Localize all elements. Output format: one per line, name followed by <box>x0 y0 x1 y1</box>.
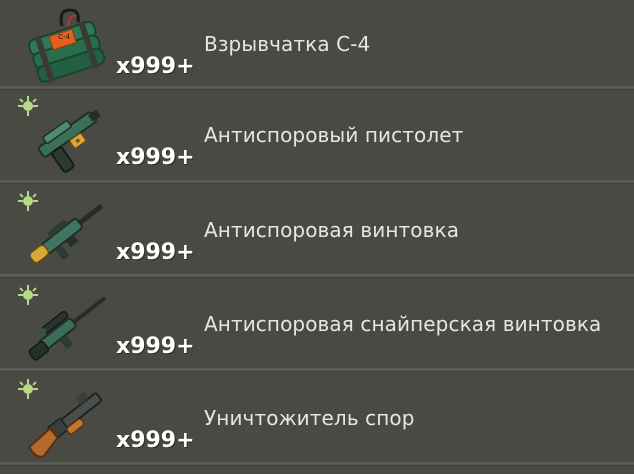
inventory-item-anti-spore-sniper-rifle[interactable]: x999+ Антиспоровая снайперская винтовка <box>0 280 634 372</box>
inventory-item-anti-spore-rifle[interactable]: x999+ Антиспоровая винтовка <box>0 186 634 278</box>
anti-spore-pistol-icon <box>18 95 114 181</box>
row-divider <box>0 180 634 184</box>
item-name: Взрывчатка С-4 <box>204 32 371 56</box>
item-name: Антиспоровая снайперская винтовка <box>204 312 602 336</box>
inventory-list: C-4 x999+ Взрывчатка С-4 x999+ Антиспоро… <box>0 0 634 474</box>
item-name: Антиспоровая винтовка <box>204 218 460 242</box>
anti-spore-sniper-rifle-icon <box>18 284 114 370</box>
row-divider <box>0 274 634 278</box>
item-count: x999+ <box>116 334 195 359</box>
anti-spore-rifle-icon <box>18 190 114 276</box>
svg-text:C-4: C-4 <box>58 33 70 41</box>
c4-explosive-icon: C-4 <box>18 4 114 90</box>
item-count: x999+ <box>116 54 195 79</box>
item-name: Антиспоровый пистолет <box>204 123 464 147</box>
item-count: x999+ <box>116 240 195 265</box>
item-count: x999+ <box>116 145 195 170</box>
row-divider <box>0 368 634 372</box>
inventory-item-c4[interactable]: C-4 x999+ Взрывчатка С-4 <box>0 0 634 92</box>
inventory-item-spore-destroyer[interactable]: x999+ Уничтожитель спор <box>0 374 634 466</box>
item-name: Уничтожитель спор <box>204 406 415 430</box>
spore-destroyer-icon <box>18 378 114 464</box>
row-divider <box>0 462 634 466</box>
row-divider <box>0 86 634 90</box>
item-count: x999+ <box>116 428 195 453</box>
inventory-item-anti-spore-pistol[interactable]: x999+ Антиспоровый пистолет <box>0 91 634 183</box>
